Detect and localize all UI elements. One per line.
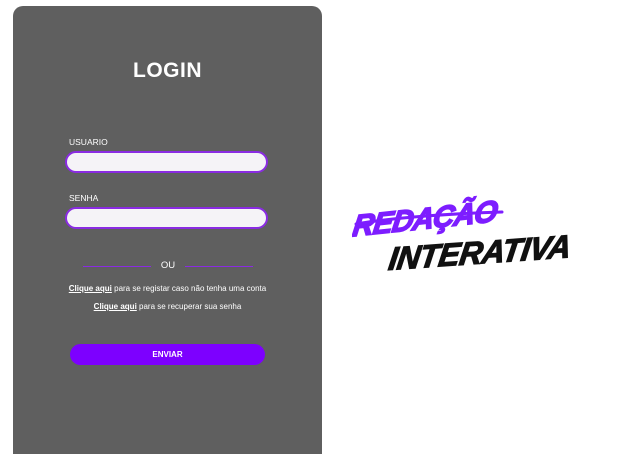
divider-line-right	[185, 266, 253, 267]
login-panel: LOGIN USUARIO SENHA OU Clique aqui para …	[13, 6, 322, 454]
recover-help-label: para se recuperar sua senha	[136, 302, 242, 311]
divider-text: OU	[160, 260, 176, 271]
redacao-interativa-logo: REDAÇÃO INTERATIVA	[352, 192, 574, 277]
divider-line-left	[83, 266, 151, 267]
password-input[interactable]	[65, 207, 268, 229]
recover-help-text: Clique aqui para se recuperar sua senha	[13, 302, 322, 311]
register-help-text: Clique aqui para se registar caso não te…	[13, 284, 322, 293]
password-label: SENHA	[69, 193, 99, 203]
username-input[interactable]	[65, 151, 268, 173]
login-title: LOGIN	[133, 59, 202, 82]
register-link[interactable]: Clique aqui	[69, 284, 112, 293]
recover-password-link[interactable]: Clique aqui	[94, 302, 137, 311]
submit-button[interactable]: ENVIAR	[70, 344, 265, 365]
register-help-label: para se registar caso não tenha uma cont…	[111, 284, 267, 293]
username-label: USUARIO	[69, 137, 108, 147]
